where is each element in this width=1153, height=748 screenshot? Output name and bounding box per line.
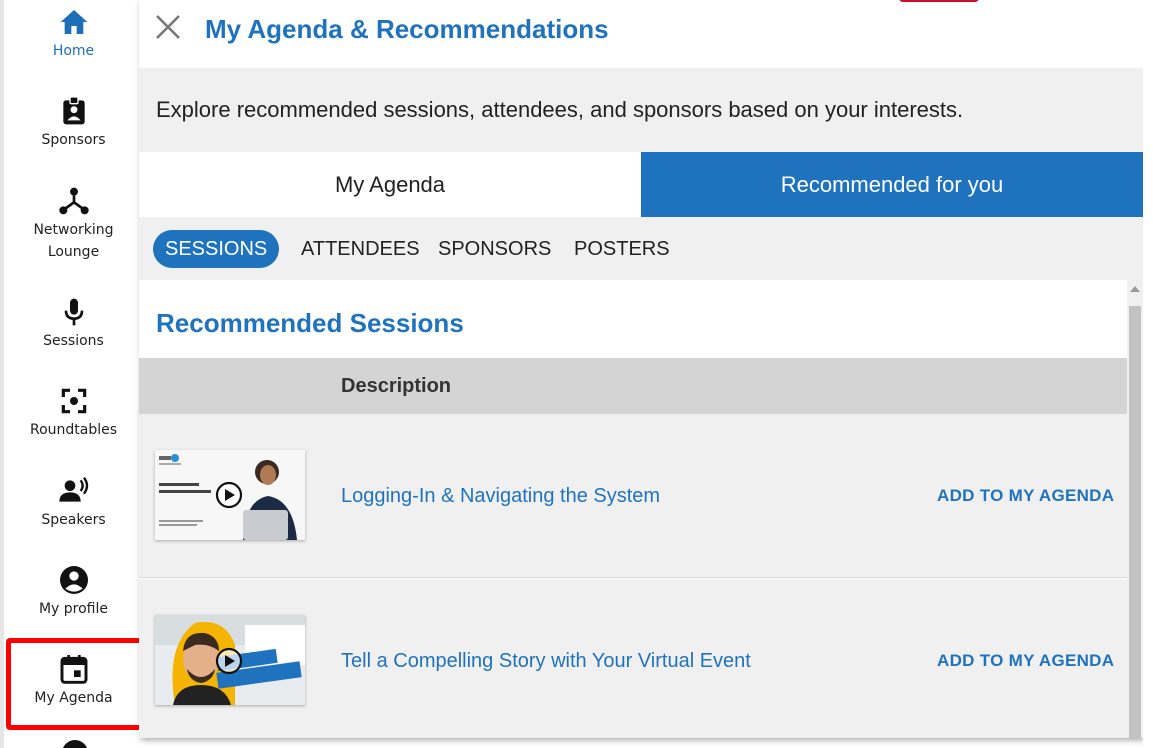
sidebar-item-sessions[interactable]: Sessions xyxy=(4,296,143,352)
sidebar-item-sponsors[interactable]: Sponsors xyxy=(4,95,143,151)
network-icon xyxy=(58,187,89,215)
agenda-recommendations-panel: My Agenda & Recommendations Explore reco… xyxy=(139,0,1143,738)
session-title-link[interactable]: Logging-In & Navigating the System xyxy=(341,485,660,508)
close-icon[interactable] xyxy=(153,12,183,42)
page-edge xyxy=(1143,0,1153,748)
session-thumbnail[interactable] xyxy=(155,615,305,705)
sidebar-item-label: My profile xyxy=(38,601,109,617)
scrollbar[interactable] xyxy=(1127,280,1143,738)
session-title-link[interactable]: Tell a Compelling Story with Your Virtua… xyxy=(341,650,751,673)
section-title: Recommended Sessions xyxy=(156,308,464,338)
sidebar-item-label: Roundtables xyxy=(29,422,118,438)
profile-icon xyxy=(59,566,88,594)
add-to-agenda-button[interactable]: ADD TO MY AGENDA xyxy=(937,651,1114,671)
sidebar-next-item-icon xyxy=(62,740,88,748)
page-title: My Agenda & Recommendations xyxy=(205,14,609,44)
microphone-icon xyxy=(64,298,83,326)
add-to-agenda-button[interactable]: ADD TO MY AGENDA xyxy=(937,486,1114,506)
sidebar-item-label: Home xyxy=(52,43,95,59)
tab-recommended-for-you[interactable]: Recommended for you xyxy=(641,152,1143,217)
table-row: Logging-In & Navigating the System ADD T… xyxy=(139,414,1127,578)
scroll-up-arrow-icon[interactable] xyxy=(1130,286,1140,292)
sidebar-nav: Home Sponsors Networking Lounge Sessions… xyxy=(0,0,150,748)
my-agenda-highlight-box xyxy=(6,638,150,730)
speaker-icon xyxy=(58,476,88,502)
table-row: Tell a Compelling Story with Your Virtua… xyxy=(139,579,1127,738)
panel-header: My Agenda & Recommendations xyxy=(139,0,1143,68)
sidebar-item-my-profile[interactable]: My profile xyxy=(4,564,143,620)
subtab-posters[interactable]: POSTERS xyxy=(574,230,670,268)
column-header-description: Description xyxy=(341,375,452,397)
main-tabs: My Agenda Recommended for you xyxy=(139,152,1143,217)
header-accent-mark xyxy=(899,0,979,2)
badge-icon xyxy=(62,96,85,125)
sidebar-item-networking-lounge[interactable]: Networking Lounge xyxy=(4,185,143,263)
sidebar-item-label: Sponsors xyxy=(41,132,106,148)
home-icon xyxy=(60,10,87,34)
subtab-sessions[interactable]: SESSIONS xyxy=(153,230,280,268)
sidebar-item-label: Networking Lounge xyxy=(33,222,114,260)
subtab-sponsors[interactable]: SPONSORS xyxy=(438,230,551,268)
session-thumbnail[interactable] xyxy=(155,450,305,540)
table-header: Description xyxy=(139,358,1127,414)
intro-text: Explore recommended sessions, attendees,… xyxy=(156,97,964,122)
recommended-sessions-list: Recommended Sessions Description Logging… xyxy=(139,280,1127,738)
subtab-attendees[interactable]: ATTENDEES xyxy=(301,230,420,268)
sidebar-item-roundtables[interactable]: Roundtables xyxy=(4,385,143,441)
sidebar-item-label: Sessions xyxy=(43,333,104,349)
scroll-thumb[interactable] xyxy=(1129,306,1141,738)
roundtable-icon xyxy=(61,388,86,414)
sidebar-item-home[interactable]: Home xyxy=(4,6,143,62)
tab-my-agenda[interactable]: My Agenda xyxy=(139,152,641,217)
sidebar-item-label: Speakers xyxy=(41,512,106,528)
sidebar-item-speakers[interactable]: Speakers xyxy=(4,475,143,531)
